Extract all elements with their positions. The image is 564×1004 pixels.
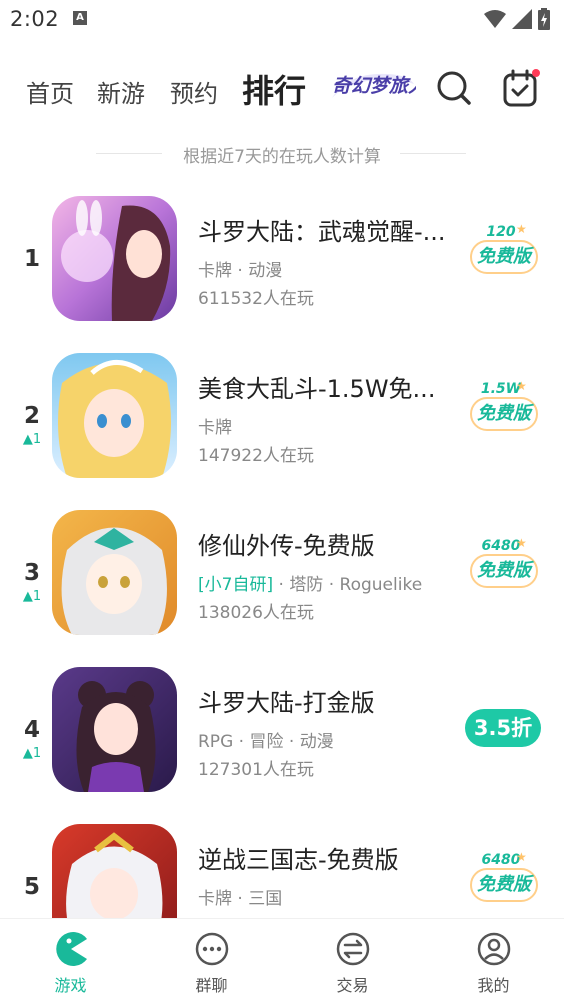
tag: 冒险 bbox=[249, 732, 284, 752]
game-icon[interactable] bbox=[52, 510, 177, 635]
star-icon: ★ bbox=[516, 222, 527, 236]
tag: 卡牌 bbox=[198, 418, 232, 438]
tab-reserve[interactable]: 预约 bbox=[170, 74, 218, 109]
tab-home[interactable]: 首页 bbox=[26, 74, 74, 109]
rank-number: 2 bbox=[23, 403, 40, 429]
free-version-badge[interactable]: 6480 ★ 免费版 bbox=[468, 536, 542, 598]
bottom-tab-chat[interactable]: 群聊 bbox=[141, 919, 282, 1004]
ranking-list: 1 斗罗大陆：武魂觉醒-... 卡牌 · 动漫 611532人在玩 120 ★ … bbox=[0, 180, 564, 918]
subtitle-text: 根据近7天的在玩人数计算 bbox=[183, 147, 381, 167]
notification-icon: A bbox=[73, 11, 87, 25]
game-icon[interactable] bbox=[52, 353, 177, 478]
game-tags: [小7自研] · 塔防 · Roguelike bbox=[198, 575, 423, 595]
profile-icon bbox=[477, 932, 511, 966]
calendar-check-icon[interactable] bbox=[502, 68, 540, 108]
tag: 卡牌 bbox=[198, 889, 232, 909]
battery-icon bbox=[538, 8, 550, 30]
star-icon: ★ bbox=[516, 536, 527, 550]
svg-text:奇幻梦旅人: 奇幻梦旅人 bbox=[332, 75, 416, 97]
signal-icon bbox=[512, 9, 532, 29]
bottom-tab-label: 我的 bbox=[477, 976, 510, 995]
game-pacman-icon bbox=[56, 932, 87, 966]
player-count: 138026人在玩 bbox=[198, 603, 314, 623]
game-icon[interactable] bbox=[52, 824, 177, 918]
wifi-icon bbox=[484, 10, 506, 28]
tab-ranking[interactable]: 排行 bbox=[242, 66, 306, 112]
tag: 动漫 bbox=[248, 261, 283, 281]
rank-change-up: ▲1 bbox=[22, 746, 42, 761]
bottom-tab-label: 群聊 bbox=[195, 976, 228, 995]
chat-bubble-icon bbox=[195, 932, 229, 966]
discount-badge[interactable]: 3.5折 bbox=[465, 709, 541, 747]
player-count: 611532人在玩 bbox=[198, 289, 314, 309]
search-icon[interactable] bbox=[436, 70, 472, 106]
tag: 卡牌 bbox=[198, 261, 232, 281]
free-version-badge[interactable]: 6480 ★ 免费版 bbox=[468, 850, 542, 912]
game-list-item[interactable]: 4 ▲1 斗罗大陆-打金版 RPG · 冒险 · 动漫 127301人在玩 3.… bbox=[0, 651, 564, 808]
bottom-tab-trade[interactable]: 交易 bbox=[282, 919, 423, 1004]
bottom-tab-games[interactable]: 游戏 bbox=[0, 919, 141, 1004]
free-label: 免费版 bbox=[470, 868, 538, 902]
game-list-item[interactable]: 5 逆战三国志-免费版 卡牌 · 三国 6480 ★ 免费版 bbox=[0, 808, 564, 918]
status-time: 2:02 bbox=[10, 7, 60, 31]
game-title: 逆战三国志-免费版 bbox=[198, 846, 399, 874]
rank-number: 4 bbox=[23, 717, 40, 743]
rank-number: 3 bbox=[23, 560, 40, 586]
bottom-nav: 游戏 群聊 交易 我的 bbox=[0, 918, 564, 1004]
tag: 塔防 bbox=[289, 575, 324, 595]
player-count: 127301人在玩 bbox=[198, 760, 314, 780]
game-tags: 卡牌 bbox=[198, 413, 232, 438]
game-list-item[interactable]: 2 ▲1 美食大乱斗-1.5W免... 卡牌 147922人在玩 1.5W ★ … bbox=[0, 337, 564, 494]
tab-new-games[interactable]: 新游 bbox=[97, 74, 145, 109]
trade-exchange-icon bbox=[336, 932, 370, 966]
game-title: 斗罗大陆-打金版 bbox=[198, 689, 375, 717]
free-version-badge[interactable]: 1.5W ★ 免费版 bbox=[468, 379, 542, 441]
rank-change-up: ▲1 bbox=[22, 589, 42, 604]
game-list-item[interactable]: 1 斗罗大陆：武魂觉醒-... 卡牌 · 动漫 611532人在玩 120 ★ … bbox=[0, 180, 564, 337]
player-count: 147922人在玩 bbox=[198, 446, 314, 466]
star-icon: ★ bbox=[516, 850, 527, 864]
rank-change-up: ▲1 bbox=[22, 432, 42, 447]
tag: 三国 bbox=[248, 889, 283, 909]
tag-highlight: [小7自研] bbox=[198, 575, 274, 595]
free-label: 免费版 bbox=[470, 240, 538, 274]
tag: Roguelike bbox=[339, 575, 423, 595]
tag: RPG bbox=[198, 732, 234, 752]
bottom-tab-label: 交易 bbox=[336, 976, 369, 995]
rank-number: 1 bbox=[23, 246, 40, 272]
free-label: 免费版 bbox=[470, 554, 538, 588]
free-version-badge[interactable]: 120 ★ 免费版 bbox=[468, 222, 542, 284]
brand-logo-icon[interactable]: 奇幻梦旅人 bbox=[328, 68, 416, 104]
free-label: 免费版 bbox=[470, 397, 538, 431]
status-icons bbox=[484, 8, 550, 30]
status-bar: 2:02 A bbox=[0, 0, 564, 40]
game-title: 斗罗大陆：武魂觉醒-... bbox=[198, 218, 446, 246]
star-icon: ★ bbox=[516, 379, 527, 393]
game-icon[interactable] bbox=[52, 667, 177, 792]
bottom-tab-label: 游戏 bbox=[54, 976, 87, 995]
game-tags: 卡牌 · 三国 bbox=[198, 889, 283, 909]
game-icon[interactable] bbox=[52, 196, 177, 321]
top-nav: 首页 新游 预约 排行 奇幻梦旅人 bbox=[0, 58, 564, 118]
game-title: 修仙外传-免费版 bbox=[198, 532, 375, 560]
game-title: 美食大乱斗-1.5W免... bbox=[198, 375, 436, 403]
divider bbox=[400, 153, 466, 154]
game-tags: 卡牌 · 动漫 bbox=[198, 261, 283, 281]
bottom-tab-profile[interactable]: 我的 bbox=[423, 919, 564, 1004]
rank-number: 5 bbox=[23, 874, 40, 900]
game-list-item[interactable]: 3 ▲1 修仙外传-免费版 [小7自研] · 塔防 · Roguelike 13… bbox=[0, 494, 564, 651]
ranking-subtitle: 根据近7天的在玩人数计算 bbox=[0, 140, 564, 167]
tag: 动漫 bbox=[299, 732, 334, 752]
game-tags: RPG · 冒险 · 动漫 bbox=[198, 732, 334, 752]
